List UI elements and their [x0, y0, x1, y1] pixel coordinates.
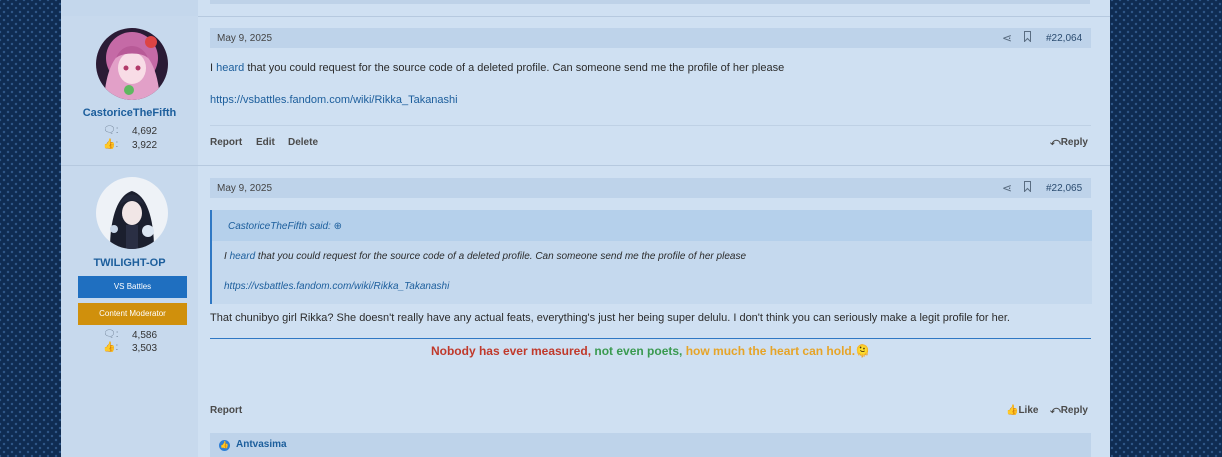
user-info: TWILIGHT-OP VS Battles Content Moderator… — [61, 166, 198, 457]
bookmark-icon[interactable] — [1024, 181, 1031, 192]
report-button[interactable]: Report — [210, 405, 242, 416]
reply-button[interactable]: ⤺Reply — [1050, 137, 1088, 148]
signature-part-1: Nobody has ever measured — [430, 344, 588, 358]
quote-author-label: CastoriceTheFifth said: — [228, 221, 331, 232]
messages-stat: 🗨: 4,586 — [103, 329, 183, 342]
thumbs-up-icon: 👍: — [103, 342, 119, 353]
quote-header: CastoriceTheFifth said: ⊕ — [212, 210, 1092, 241]
melting-face-emoji: 🫠 — [855, 344, 871, 358]
like-button[interactable]: 👍Like — [1006, 405, 1038, 416]
like-reaction-icon[interactable]: 👍 — [219, 440, 230, 451]
username[interactable]: CastoriceTheFifth — [61, 107, 198, 119]
messages-count: 4,586 — [132, 330, 158, 341]
thumbs-up-icon: 👍: — [103, 139, 119, 150]
delete-button[interactable]: Delete — [288, 137, 318, 148]
messages-stat: 🗨: 4,692 — [103, 125, 183, 138]
content-moderator-banner: Content Moderator — [78, 303, 187, 325]
reactions-bar: 👍 Antvasima — [210, 433, 1091, 457]
share-icon[interactable]: ⋖ — [1002, 31, 1012, 45]
reactions-stat: 👍: 3,922 — [103, 139, 183, 152]
text-after: that you could request for the source co… — [244, 62, 785, 74]
user-info: CastoriceTheFifth 🗨: 4,692 👍: 3,922 — [61, 16, 198, 165]
share-icon[interactable]: ⋖ — [1002, 181, 1012, 195]
reply-icon: ⤺ — [1050, 137, 1061, 148]
quote-text-after: that you could request for the source co… — [255, 251, 746, 262]
quote-rikka-link[interactable]: https://vsbattles.fandom.com/wiki/Rikka_… — [224, 281, 449, 292]
post-22065: TWILIGHT-OP VS Battles Content Moderator… — [61, 166, 1110, 457]
quote-text: I heard that you could request for the s… — [224, 251, 746, 262]
post-main: May 9, 2025 ⋖ #22,064 I heard that you c… — [210, 28, 1091, 158]
reply-icon: ⤺ — [1050, 405, 1061, 416]
messages-count: 4,692 — [132, 126, 158, 137]
quote-block: CastoriceTheFifth said: ⊕ I heard that y… — [210, 210, 1092, 304]
post-date[interactable]: May 9, 2025 — [217, 183, 272, 194]
post-date[interactable]: May 9, 2025 — [217, 33, 272, 44]
post-header: May 9, 2025 ⋖ #22,064 — [210, 28, 1091, 48]
rikka-link[interactable]: https://vsbattles.fandom.com/wiki/Rikka_… — [210, 94, 458, 106]
message-text: I heard that you could request for the s… — [210, 62, 784, 74]
edit-button[interactable]: Edit — [256, 137, 275, 148]
vs-battles-banner: VS Battles — [78, 276, 187, 298]
post-main: May 9, 2025 ⋖ #22,065 CastoriceTheFifth … — [210, 178, 1092, 457]
signature-divider — [210, 338, 1091, 339]
avatar[interactable] — [96, 28, 168, 100]
reaction-user[interactable]: Antvasima — [236, 439, 287, 450]
quote-author[interactable]: CastoriceTheFifth said: ⊕ — [228, 221, 342, 232]
message-text: That chunibyo girl Rikka? She doesn't re… — [210, 312, 1010, 324]
signature-part-2: not even poets — [594, 344, 680, 358]
reactions-count: 3,922 — [132, 140, 158, 151]
like-label: Like — [1018, 405, 1039, 416]
thread-content: CastoriceTheFifth 🗨: 4,692 👍: 3,922 May … — [61, 0, 1110, 457]
post-number[interactable]: #22,064 — [1046, 33, 1082, 44]
arrow-up-circle-icon[interactable]: ⊕ — [334, 221, 342, 232]
report-button[interactable]: Report — [210, 137, 242, 148]
post-header: May 9, 2025 ⋖ #22,065 — [210, 178, 1091, 198]
messages-icon: 🗨: — [103, 125, 119, 136]
post-22064: CastoriceTheFifth 🗨: 4,692 👍: 3,922 May … — [61, 16, 1110, 166]
username[interactable]: TWILIGHT-OP — [61, 257, 198, 269]
messages-icon: 🗨: — [103, 329, 119, 340]
reply-button[interactable]: ⤺Reply — [1050, 405, 1088, 416]
avatar[interactable] — [96, 177, 168, 249]
signature-sep-2: , — [679, 344, 686, 358]
signature: Nobody has ever measured, not even poets… — [210, 344, 1091, 358]
previous-post-bottom — [61, 0, 1110, 17]
post-number[interactable]: #22,065 — [1046, 183, 1082, 194]
reactions-count: 3,503 — [132, 343, 158, 354]
reply-label: Reply — [1060, 405, 1088, 416]
bookmark-icon[interactable] — [1024, 31, 1031, 42]
quote-heard-link[interactable]: heard — [230, 251, 256, 262]
reactions-stat: 👍: 3,503 — [103, 342, 183, 355]
message-url: https://vsbattles.fandom.com/wiki/Rikka_… — [210, 94, 458, 106]
thumbs-up-icon: 👍 — [1006, 405, 1019, 416]
actions-divider — [210, 125, 1091, 126]
reply-label: Reply — [1060, 137, 1088, 148]
signature-part-3: how much the heart can hold. — [685, 344, 856, 358]
quote-url: https://vsbattles.fandom.com/wiki/Rikka_… — [224, 281, 449, 292]
heard-link[interactable]: heard — [216, 62, 244, 74]
